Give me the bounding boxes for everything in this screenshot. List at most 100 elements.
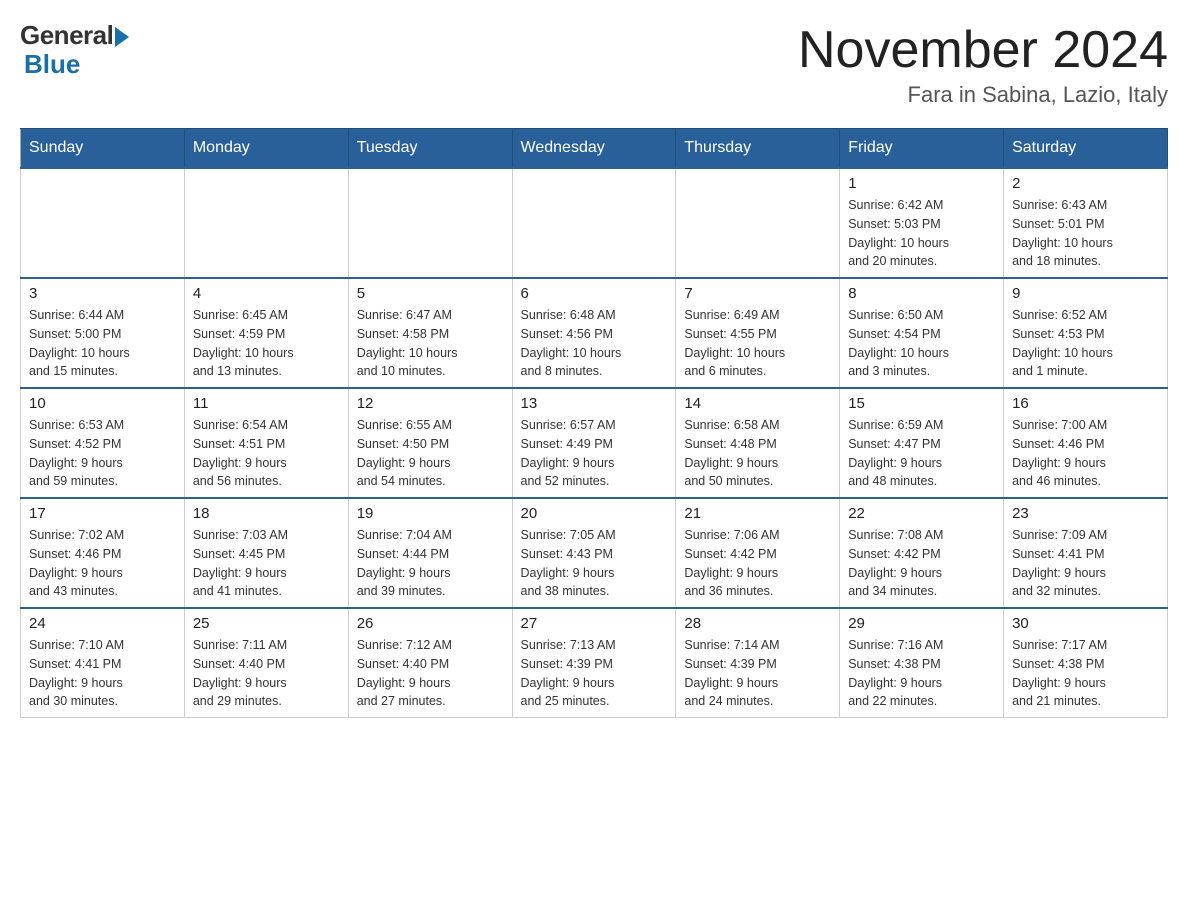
day-number: 30 [1012,615,1159,632]
calendar-week-row: 10Sunrise: 6:53 AMSunset: 4:52 PMDayligh… [21,388,1168,498]
calendar-cell: 27 Sunrise: 7:13 AMSunset: 4:39 PMDayligh… [512,608,676,718]
day-number: 9 [1012,285,1159,302]
calendar-day-header: Sunday [21,129,185,169]
day-number: 13 [521,395,668,412]
calendar-day-header: Tuesday [348,129,512,169]
calendar-cell: 3Sunrise: 6:44 AMSunset: 5:00 PMDaylight… [21,278,185,388]
calendar-cell: 2 Sunrise: 6:43 AMSunset: 5:01 PMDaylight… [1004,168,1168,278]
calendar-cell: 7 Sunrise: 6:49 AMSunset: 4:55 PMDaylight… [676,278,840,388]
calendar-cell [184,168,348,278]
day-number: 15 [848,395,995,412]
day-info: Sunrise: 7:11 AMSunset: 4:40 PMDaylight:… [193,636,340,711]
day-number: 28 [684,615,831,632]
day-info: Sunrise: 6:54 AMSunset: 4:51 PMDaylight:… [193,416,340,491]
calendar-cell: 28 Sunrise: 7:14 AMSunset: 4:39 PMDayligh… [676,608,840,718]
page-header: General Blue November 2024 Fara in Sabin… [20,20,1168,108]
day-info: Sunrise: 6:42 AMSunset: 5:03 PMDaylight:… [848,196,995,271]
day-number: 7 [684,285,831,302]
calendar-cell: 21 Sunrise: 7:06 AMSunset: 4:42 PMDayligh… [676,498,840,608]
calendar-table: SundayMondayTuesdayWednesdayThursdayFrid… [20,128,1168,718]
day-number: 12 [357,395,504,412]
day-info: Sunrise: 7:09 AMSunset: 4:41 PMDaylight:… [1012,526,1159,601]
calendar-cell: 23 Sunrise: 7:09 AMSunset: 4:41 PMDayligh… [1004,498,1168,608]
day-number: 23 [1012,505,1159,522]
day-info: Sunrise: 6:44 AMSunset: 5:00 PMDaylight:… [29,306,176,381]
location-title: Fara in Sabina, Lazio, Italy [798,82,1168,108]
day-number: 18 [193,505,340,522]
day-info: Sunrise: 6:59 AMSunset: 4:47 PMDaylight:… [848,416,995,491]
day-number: 24 [29,615,176,632]
day-number: 29 [848,615,995,632]
calendar-cell: 11 Sunrise: 6:54 AMSunset: 4:51 PMDayligh… [184,388,348,498]
day-info: Sunrise: 6:48 AMSunset: 4:56 PMDaylight:… [521,306,668,381]
day-number: 19 [357,505,504,522]
day-info: Sunrise: 6:53 AMSunset: 4:52 PMDaylight:… [29,416,176,491]
day-info: Sunrise: 7:04 AMSunset: 4:44 PMDaylight:… [357,526,504,601]
calendar-cell [21,168,185,278]
day-number: 8 [848,285,995,302]
day-info: Sunrise: 7:00 AMSunset: 4:46 PMDaylight:… [1012,416,1159,491]
day-number: 6 [521,285,668,302]
calendar-cell: 29 Sunrise: 7:16 AMSunset: 4:38 PMDayligh… [840,608,1004,718]
day-info: Sunrise: 6:47 AMSunset: 4:58 PMDaylight:… [357,306,504,381]
day-info: Sunrise: 6:52 AMSunset: 4:53 PMDaylight:… [1012,306,1159,381]
day-number: 27 [521,615,668,632]
day-number: 21 [684,505,831,522]
day-info: Sunrise: 7:12 AMSunset: 4:40 PMDaylight:… [357,636,504,711]
calendar-cell [348,168,512,278]
logo-triangle-icon [115,27,129,47]
calendar-cell: 6 Sunrise: 6:48 AMSunset: 4:56 PMDaylight… [512,278,676,388]
calendar-week-row: 3Sunrise: 6:44 AMSunset: 5:00 PMDaylight… [21,278,1168,388]
calendar-cell: 8Sunrise: 6:50 AMSunset: 4:54 PMDaylight… [840,278,1004,388]
calendar-cell: 30 Sunrise: 7:17 AMSunset: 4:38 PMDayligh… [1004,608,1168,718]
day-info: Sunrise: 7:14 AMSunset: 4:39 PMDaylight:… [684,636,831,711]
day-info: Sunrise: 6:43 AMSunset: 5:01 PMDaylight:… [1012,196,1159,271]
calendar-cell: 4Sunrise: 6:45 AMSunset: 4:59 PMDaylight… [184,278,348,388]
calendar-cell: 1 Sunrise: 6:42 AMSunset: 5:03 PMDaylight… [840,168,1004,278]
day-number: 11 [193,395,340,412]
day-info: Sunrise: 7:17 AMSunset: 4:38 PMDaylight:… [1012,636,1159,711]
day-number: 25 [193,615,340,632]
day-number: 20 [521,505,668,522]
calendar-day-header: Wednesday [512,129,676,169]
day-info: Sunrise: 7:13 AMSunset: 4:39 PMDaylight:… [521,636,668,711]
day-info: Sunrise: 6:57 AMSunset: 4:49 PMDaylight:… [521,416,668,491]
calendar-header-row: SundayMondayTuesdayWednesdayThursdayFrid… [21,129,1168,169]
day-info: Sunrise: 7:16 AMSunset: 4:38 PMDaylight:… [848,636,995,711]
day-info: Sunrise: 7:02 AMSunset: 4:46 PMDaylight:… [29,526,176,601]
calendar-cell: 20Sunrise: 7:05 AMSunset: 4:43 PMDayligh… [512,498,676,608]
calendar-day-header: Thursday [676,129,840,169]
day-info: Sunrise: 7:03 AMSunset: 4:45 PMDaylight:… [193,526,340,601]
calendar-cell: 9 Sunrise: 6:52 AMSunset: 4:53 PMDaylight… [1004,278,1168,388]
calendar-cell: 16 Sunrise: 7:00 AMSunset: 4:46 PMDayligh… [1004,388,1168,498]
calendar-cell: 13 Sunrise: 6:57 AMSunset: 4:49 PMDayligh… [512,388,676,498]
day-info: Sunrise: 6:49 AMSunset: 4:55 PMDaylight:… [684,306,831,381]
title-block: November 2024 Fara in Sabina, Lazio, Ita… [798,20,1168,108]
calendar-cell: 22Sunrise: 7:08 AMSunset: 4:42 PMDayligh… [840,498,1004,608]
day-number: 4 [193,285,340,302]
day-number: 1 [848,175,995,192]
calendar-day-header: Saturday [1004,129,1168,169]
calendar-cell: 5 Sunrise: 6:47 AMSunset: 4:58 PMDaylight… [348,278,512,388]
calendar-cell: 24Sunrise: 7:10 AMSunset: 4:41 PMDayligh… [21,608,185,718]
day-info: Sunrise: 6:55 AMSunset: 4:50 PMDaylight:… [357,416,504,491]
day-number: 16 [1012,395,1159,412]
calendar-cell: 19 Sunrise: 7:04 AMSunset: 4:44 PMDayligh… [348,498,512,608]
calendar-cell [512,168,676,278]
day-info: Sunrise: 7:08 AMSunset: 4:42 PMDaylight:… [848,526,995,601]
calendar-day-header: Monday [184,129,348,169]
calendar-cell: 18 Sunrise: 7:03 AMSunset: 4:45 PMDayligh… [184,498,348,608]
day-number: 5 [357,285,504,302]
calendar-cell: 25 Sunrise: 7:11 AMSunset: 4:40 PMDayligh… [184,608,348,718]
calendar-cell: 15 Sunrise: 6:59 AMSunset: 4:47 PMDayligh… [840,388,1004,498]
day-number: 2 [1012,175,1159,192]
day-number: 26 [357,615,504,632]
calendar-week-row: 1 Sunrise: 6:42 AMSunset: 5:03 PMDaylight… [21,168,1168,278]
calendar-week-row: 24Sunrise: 7:10 AMSunset: 4:41 PMDayligh… [21,608,1168,718]
day-number: 14 [684,395,831,412]
calendar-cell: 12 Sunrise: 6:55 AMSunset: 4:50 PMDayligh… [348,388,512,498]
logo-blue-text: Blue [20,49,80,80]
day-number: 17 [29,505,176,522]
calendar-cell: 26 Sunrise: 7:12 AMSunset: 4:40 PMDayligh… [348,608,512,718]
day-info: Sunrise: 7:06 AMSunset: 4:42 PMDaylight:… [684,526,831,601]
